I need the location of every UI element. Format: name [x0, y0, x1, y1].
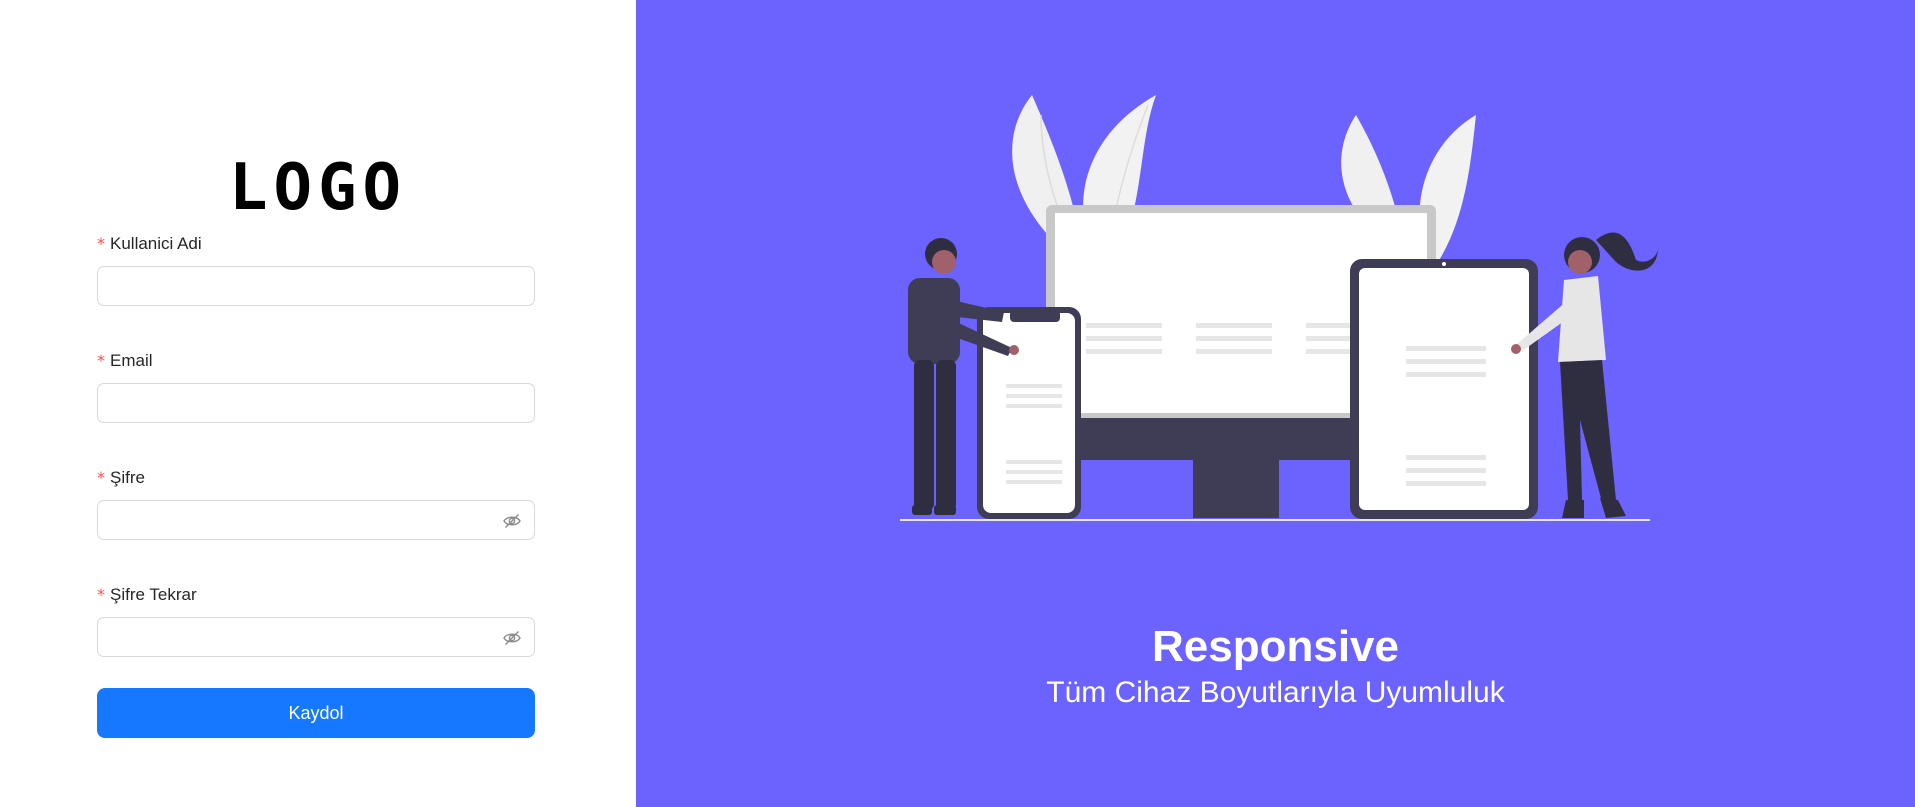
register-button[interactable]: Kaydol — [97, 688, 535, 738]
password-confirm-field-group: * Şifre Tekrar — [97, 581, 535, 657]
password-confirm-input[interactable] — [98, 618, 534, 656]
email-field-group: * Email — [97, 347, 535, 423]
email-input[interactable] — [98, 384, 534, 422]
eye-invisible-icon[interactable] — [502, 628, 522, 648]
password-label: * Şifre — [97, 464, 535, 492]
required-mark: * — [97, 351, 105, 370]
password-input[interactable] — [98, 501, 534, 539]
required-mark: * — [97, 234, 105, 253]
password-input-wrapper — [97, 500, 535, 540]
password-field-group: * Şifre — [97, 464, 535, 540]
required-mark: * — [97, 468, 105, 487]
username-input[interactable] — [98, 267, 534, 305]
phone — [977, 307, 1081, 519]
eye-invisible-icon[interactable] — [502, 511, 522, 531]
username-label-text: Kullanici Adi — [110, 234, 202, 253]
password-confirm-input-wrapper — [97, 617, 535, 657]
password-confirm-label: * Şifre Tekrar — [97, 581, 535, 609]
username-input-wrapper — [97, 266, 535, 306]
signup-form: * Kullanici Adi * Email * Şifre * Şifre … — [97, 230, 535, 738]
password-label-text: Şifre — [110, 468, 145, 487]
hero-title: Responsive — [1152, 622, 1399, 671]
signup-page: LOGO * Kullanici Adi * Email * Şifre * Ş… — [0, 0, 1915, 807]
hero-subtitle: Tüm Cihaz Boyutlarıyla Uyumluluk — [1046, 676, 1505, 709]
email-label-text: Email — [110, 351, 153, 370]
logo: LOGO — [228, 151, 408, 225]
form-panel: LOGO * Kullanici Adi * Email * Şifre * Ş… — [0, 0, 636, 807]
tablet — [1350, 259, 1538, 519]
responsive-devices-illustration — [900, 95, 1658, 521]
email-input-wrapper — [97, 383, 535, 423]
required-mark: * — [97, 585, 105, 604]
password-confirm-label-text: Şifre Tekrar — [110, 585, 197, 604]
username-field-group: * Kullanici Adi — [97, 230, 535, 306]
username-label: * Kullanici Adi — [97, 230, 535, 258]
email-label: * Email — [97, 347, 535, 375]
hero-panel: Responsive Tüm Cihaz Boyutlarıyla Uyumlu… — [636, 0, 1915, 807]
